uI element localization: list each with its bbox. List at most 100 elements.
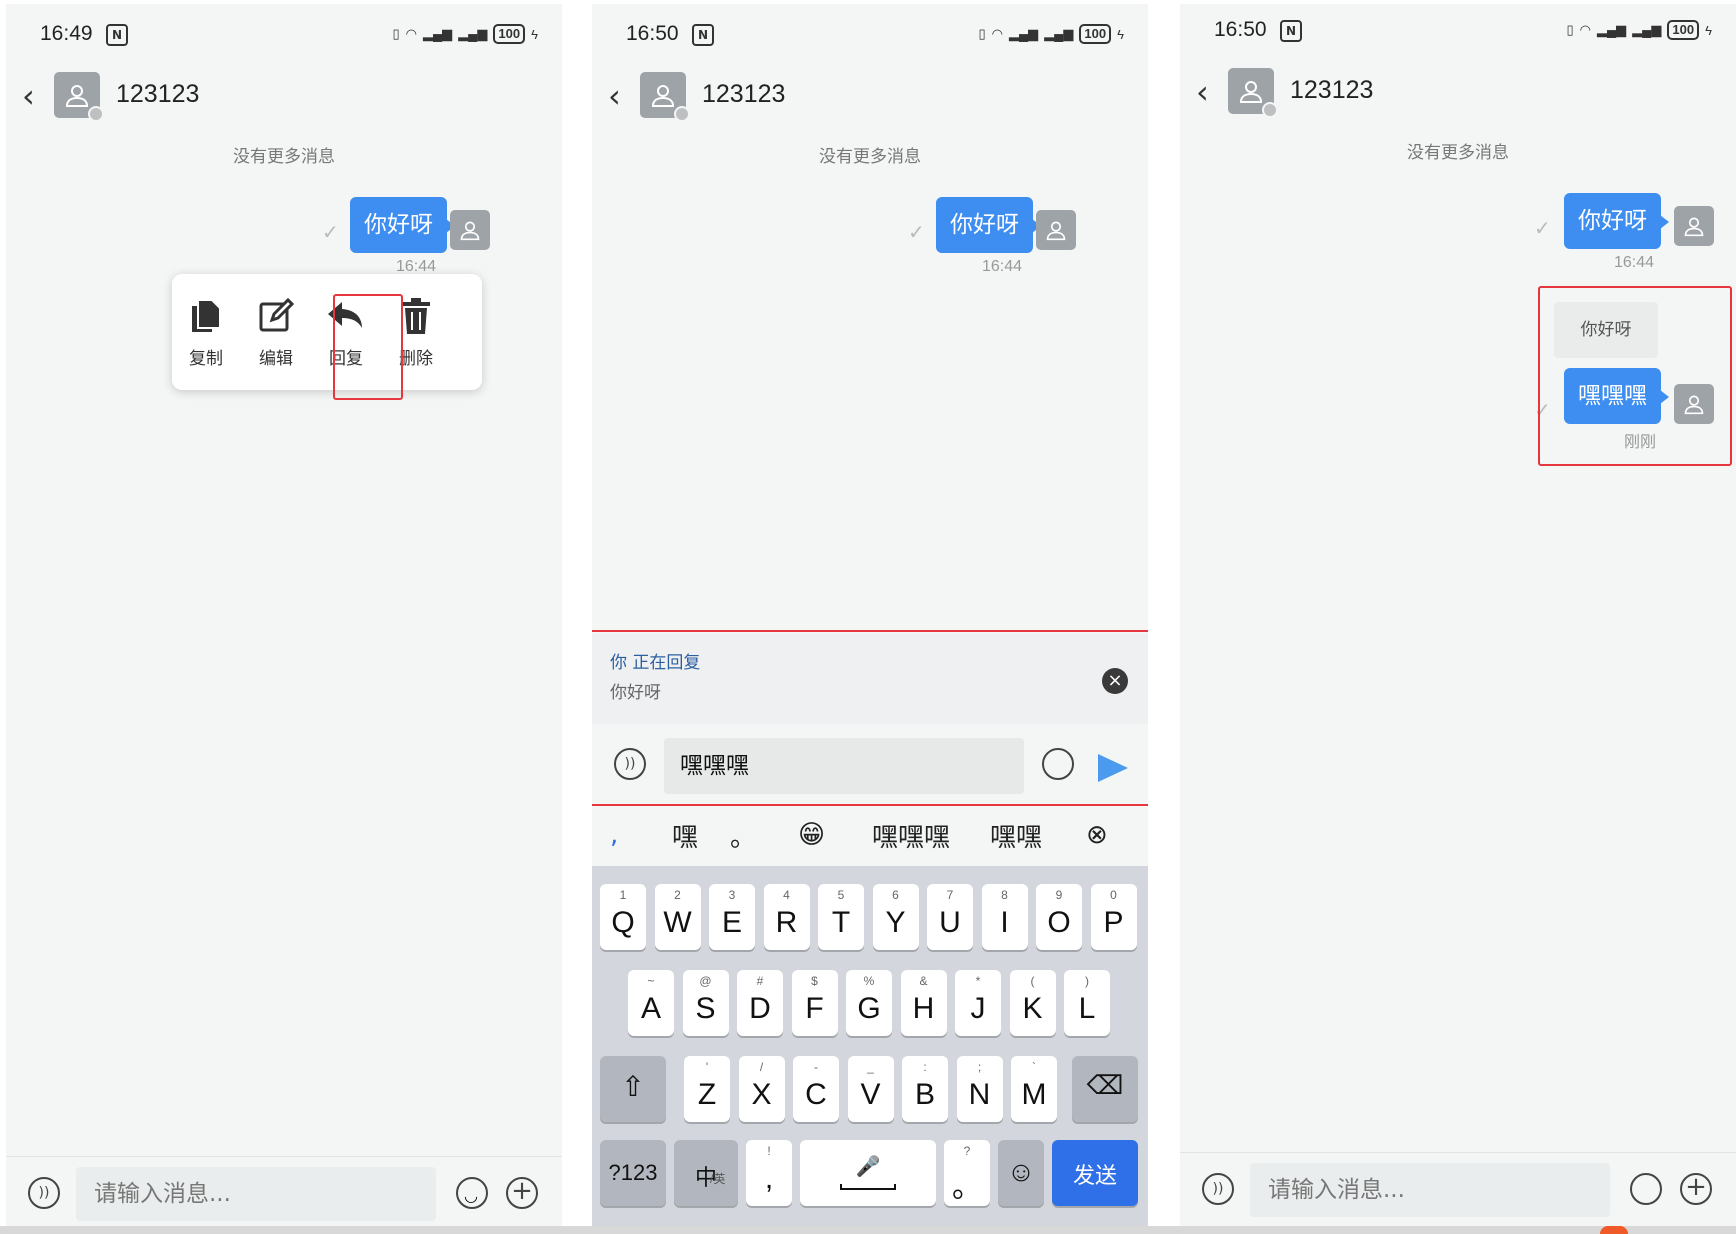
candidate[interactable]: ,: [610, 820, 618, 850]
back-icon[interactable]: ‹: [22, 78, 42, 114]
key-sub-label: 7: [946, 888, 954, 902]
presence-dot: [674, 106, 690, 122]
vibrate-icon: ▯: [1566, 22, 1574, 37]
period-key[interactable]: ?。: [944, 1140, 990, 1206]
user-icon: [1239, 81, 1263, 103]
backspace-key[interactable]: ⌫: [1072, 1056, 1138, 1122]
key-label: Y: [885, 906, 906, 939]
voice-icon[interactable]: )): [1202, 1173, 1234, 1205]
key-g[interactable]: % G: [846, 970, 892, 1036]
back-icon[interactable]: ‹: [1196, 74, 1216, 110]
key-sub-label: ': [705, 1060, 709, 1074]
key-sub-label: 8: [1001, 888, 1008, 902]
nfc-icon: N: [1280, 20, 1302, 42]
battery-icon: 100: [493, 24, 526, 44]
menu-label: 编辑: [259, 349, 293, 369]
key-label: H: [912, 992, 935, 1025]
key-q[interactable]: 1Q: [600, 884, 646, 950]
key-a[interactable]: ~ A: [628, 970, 674, 1036]
key-j[interactable]: * J: [955, 970, 1001, 1036]
key-label: F: [805, 992, 824, 1025]
contact-name: 123123: [1290, 76, 1374, 104]
candidate[interactable]: 😁: [798, 820, 825, 850]
key-label: G: [857, 992, 881, 1025]
chat-header: ‹ 123123: [592, 68, 1148, 124]
avatar[interactable]: [1228, 68, 1278, 118]
key-label: X: [751, 1078, 772, 1111]
menu-copy[interactable]: 复制: [176, 296, 236, 369]
message-bubble[interactable]: 你好呀: [1564, 193, 1669, 249]
key-y[interactable]: 6Y: [872, 884, 919, 950]
key-d[interactable]: # D: [737, 970, 783, 1036]
key-z[interactable]: ' Z: [684, 1056, 730, 1122]
key-sub-label: $: [811, 974, 818, 988]
key-f[interactable]: $ F: [791, 970, 838, 1036]
language-key[interactable]: 中/英: [674, 1140, 738, 1206]
key-u[interactable]: 7U: [927, 884, 973, 950]
key-r[interactable]: 4R: [763, 884, 810, 950]
key-c[interactable]: -C: [793, 1056, 839, 1122]
emoji-key[interactable]: ☺: [998, 1140, 1044, 1206]
candidate[interactable]: 嘿: [672, 817, 698, 854]
candidate[interactable]: 嘿嘿: [990, 817, 1042, 854]
key-p[interactable]: 0P: [1090, 884, 1137, 950]
key-b[interactable]: :B: [902, 1056, 948, 1122]
key-m[interactable]: ` M: [1011, 1056, 1057, 1122]
status-time: 16:50: [1214, 18, 1267, 41]
nfc-icon: N: [692, 24, 714, 46]
menu-edit[interactable]: 编辑: [246, 296, 306, 369]
key-label: A: [640, 992, 661, 1025]
key-h[interactable]: & H: [900, 970, 947, 1036]
emoji-icon[interactable]: ◡: [456, 1177, 488, 1209]
message-input[interactable]: 请输入消息...: [1250, 1163, 1610, 1217]
key-i[interactable]: 8I: [981, 884, 1028, 950]
presence-dot: [1262, 102, 1278, 118]
wifi-icon: ◠: [991, 26, 1003, 41]
key-w[interactable]: 2W: [654, 884, 701, 950]
user-icon: [1046, 221, 1066, 241]
message-input[interactable]: 请输入消息...: [76, 1167, 436, 1221]
key-v[interactable]: _ V: [847, 1056, 894, 1122]
shift-key[interactable]: ⇧: [600, 1056, 666, 1122]
key-x[interactable]: / X: [738, 1056, 785, 1122]
candidate[interactable]: 嘿嘿嘿: [872, 817, 950, 854]
signal-icon: ▂▄▆: [1632, 22, 1662, 37]
add-icon[interactable]: +: [506, 1177, 538, 1209]
voice-icon[interactable]: )): [28, 1177, 60, 1209]
key-sub-label: _: [867, 1060, 874, 1074]
key-n[interactable]: ; N: [956, 1056, 1003, 1122]
comma-key[interactable]: !,: [746, 1140, 792, 1206]
key-o[interactable]: 9O: [1036, 884, 1082, 950]
back-icon[interactable]: ‹: [608, 78, 628, 114]
key-sub-label: 2: [674, 888, 681, 902]
candidate[interactable]: 。: [730, 817, 756, 854]
send-key[interactable]: 发送: [1052, 1140, 1138, 1206]
candidate-bar: , 嘿 。 😁 嘿嘿嘿 嘿嘿 ⊗: [592, 804, 1148, 866]
key-sub-label: 0: [1110, 888, 1117, 902]
no-more-messages: 没有更多消息: [1407, 143, 1509, 163]
no-more-messages: 没有更多消息: [819, 147, 921, 167]
my-avatar: [1036, 210, 1076, 250]
wifi-icon: ◠: [405, 26, 417, 41]
key-sub-label: ~: [647, 974, 655, 988]
key-s[interactable]: @ S: [682, 970, 729, 1036]
key-sub-label: 3: [728, 888, 736, 902]
emoji-icon[interactable]: [1630, 1173, 1662, 1205]
key-l[interactable]: ) L: [1064, 970, 1110, 1036]
chat-screen-3: 16:50 N ▯ ◠ ▂▄▆ ▂▄▆ 100 ϟ ‹ 123123 没有更多消…: [1180, 4, 1736, 1230]
key-t[interactable]: 5T: [818, 884, 864, 950]
key-label: E: [721, 906, 742, 939]
space-key[interactable]: 🎤: [800, 1140, 936, 1206]
message-bubble[interactable]: 你好呀: [350, 197, 455, 253]
no-more-messages: 没有更多消息: [233, 147, 335, 167]
message-bubble[interactable]: 你好呀: [936, 197, 1041, 253]
numbers-key[interactable]: ?123: [600, 1140, 666, 1206]
add-icon[interactable]: +: [1680, 1173, 1712, 1205]
key-e[interactable]: 3E: [709, 884, 755, 950]
key-sub-label: -: [814, 1060, 818, 1074]
avatar[interactable]: [54, 72, 104, 122]
contact-name: 123123: [116, 80, 200, 108]
avatar[interactable]: [640, 72, 690, 122]
clear-icon[interactable]: ⊗: [1086, 820, 1108, 850]
key-k[interactable]: (K: [1009, 970, 1056, 1036]
